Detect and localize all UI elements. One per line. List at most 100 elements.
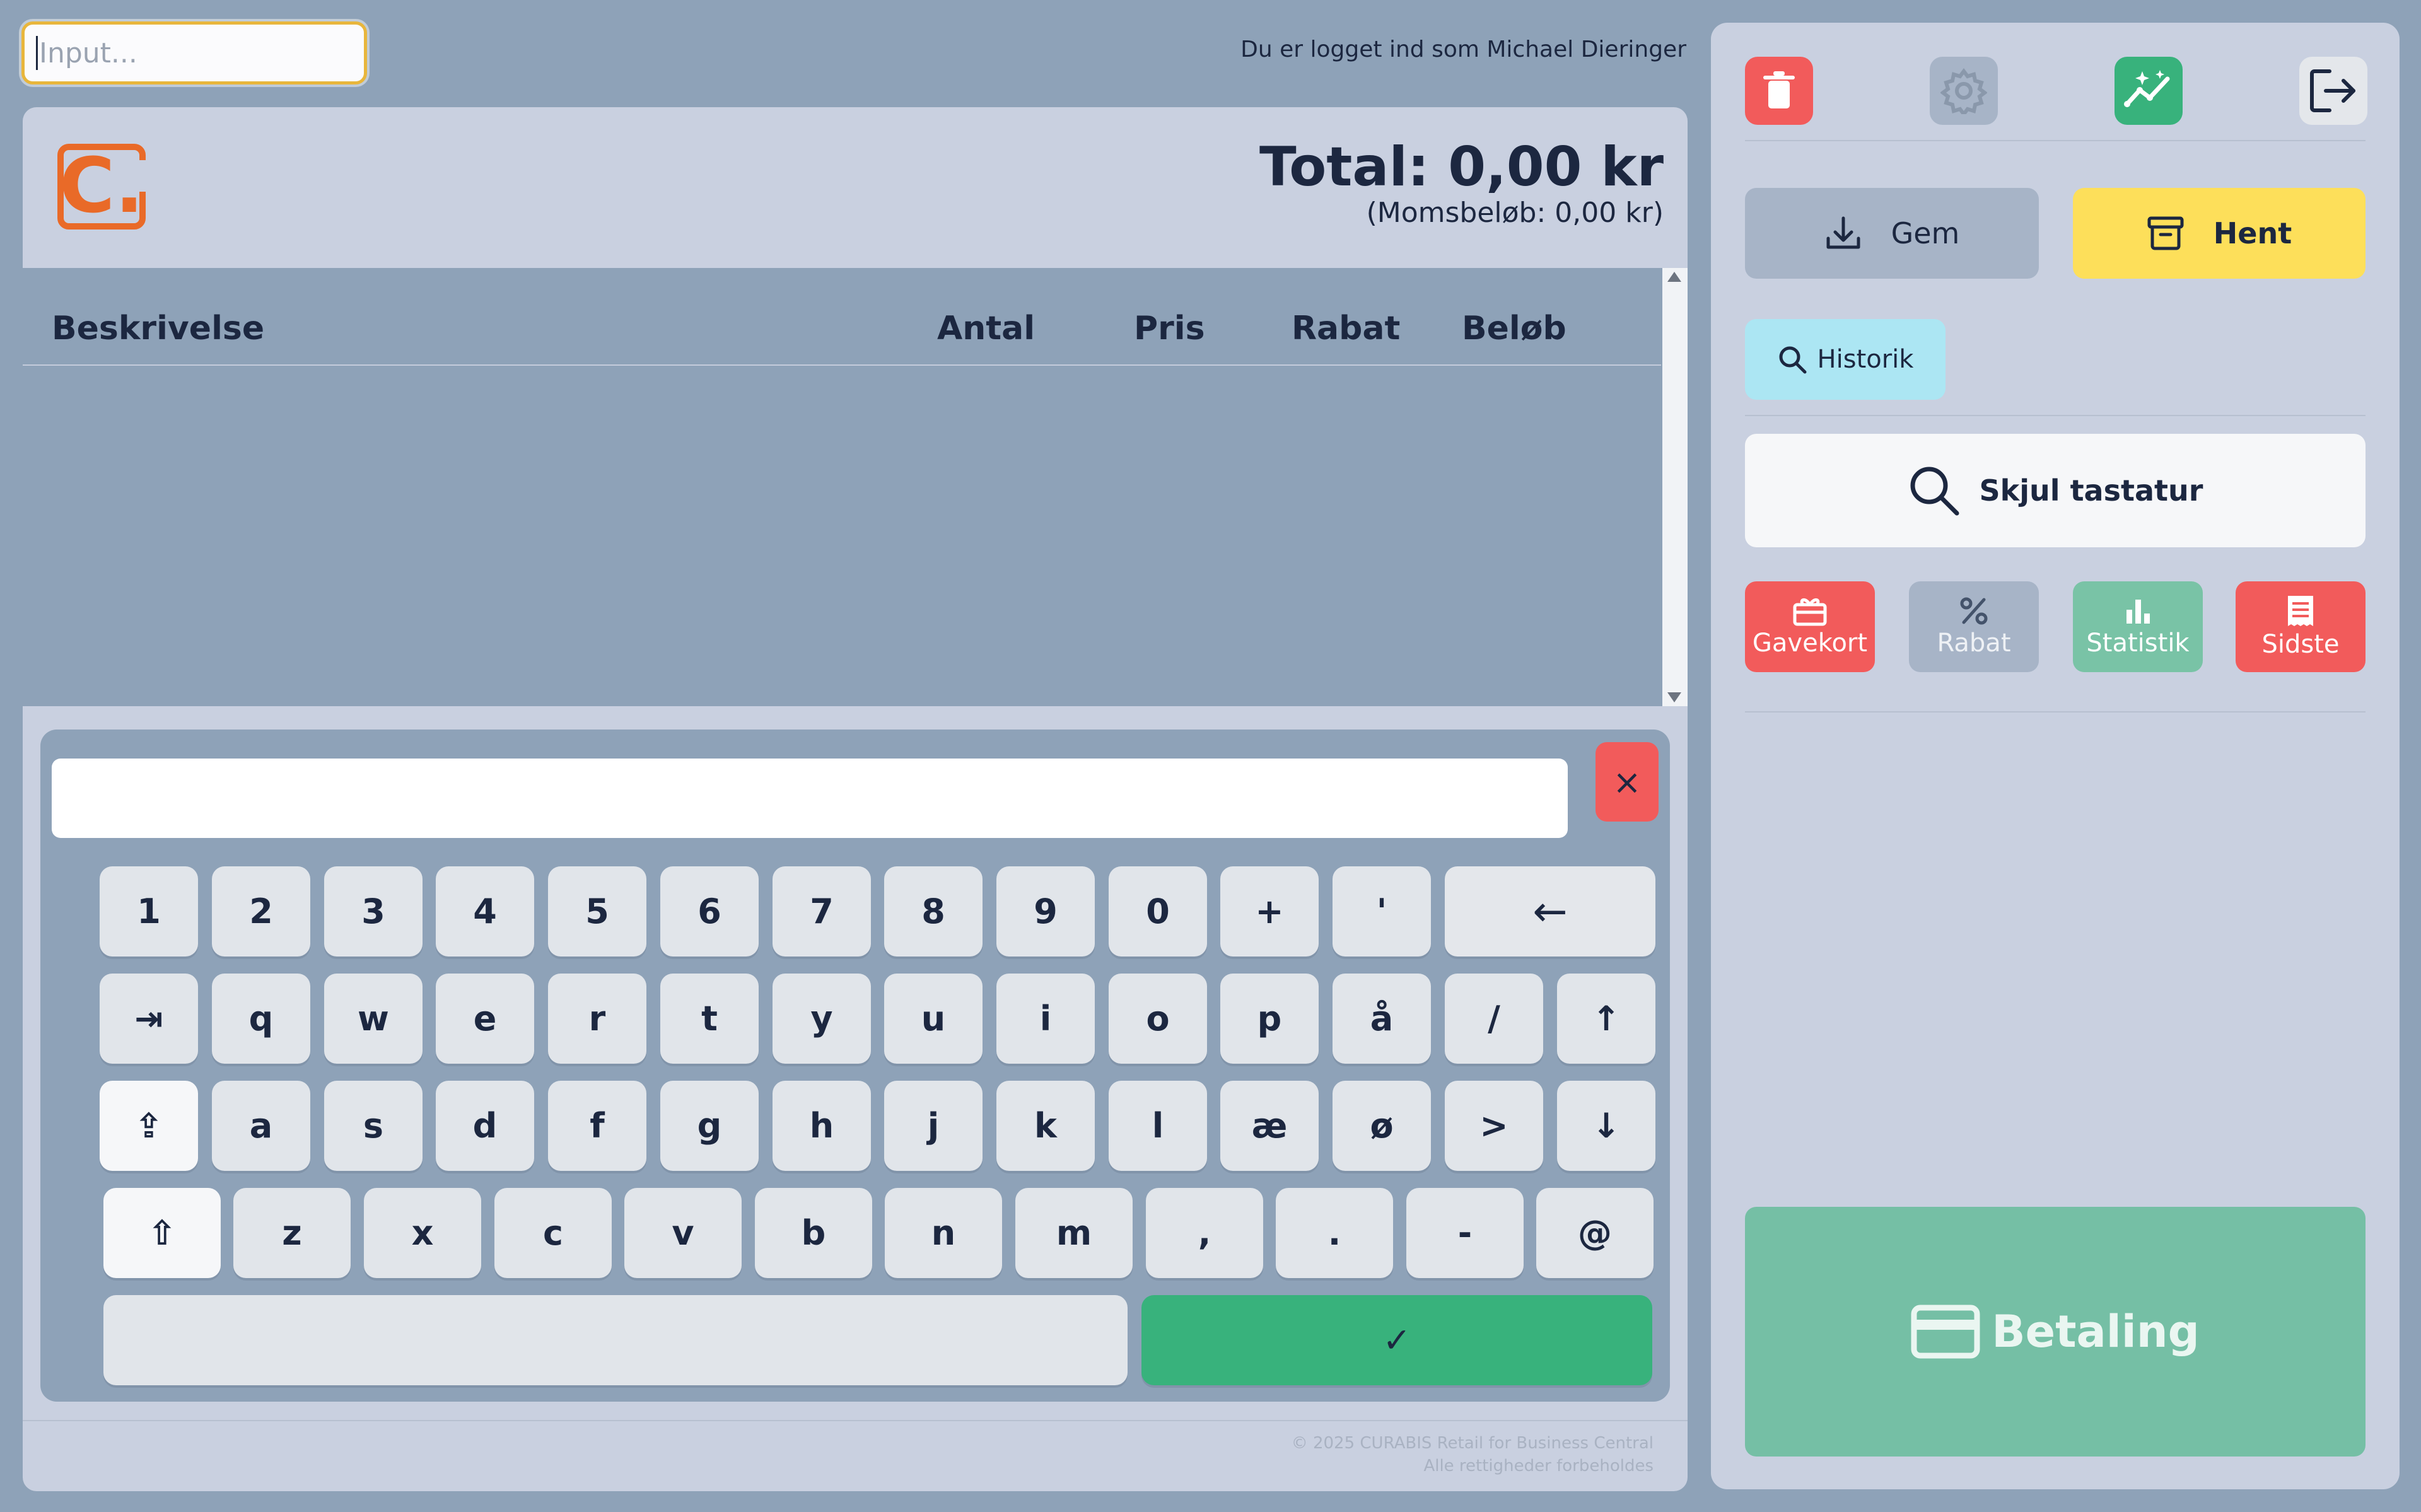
close-icon: × [1613, 762, 1642, 802]
sale-lines-table[interactable]: Beskrivelse Antal Pris Rabat Beløb [23, 268, 1688, 706]
key-o[interactable]: o [1109, 974, 1207, 1064]
column-header-price: Pris [1134, 310, 1205, 347]
key-arrow-down[interactable]: ↓ [1557, 1081, 1655, 1171]
history-button-label: Historik [1817, 345, 1914, 374]
keyboard-close-button[interactable]: × [1596, 742, 1659, 822]
key-greater-than[interactable]: > [1445, 1081, 1543, 1171]
key-comma[interactable]: , [1146, 1188, 1263, 1278]
key-z[interactable]: z [233, 1188, 351, 1278]
curabis-logo: C. [57, 144, 147, 230]
fetch-button[interactable]: Hent [2073, 188, 2366, 279]
column-header-quantity: Antal [937, 310, 1035, 347]
key-5[interactable]: 5 [548, 866, 646, 957]
key-k[interactable]: k [996, 1081, 1095, 1171]
footer-divider [23, 1420, 1688, 1421]
checkmark-icon: ✓ [1382, 1320, 1411, 1360]
key-aa[interactable]: å [1333, 974, 1431, 1064]
key-a[interactable]: a [212, 1081, 310, 1171]
key-u[interactable]: u [884, 974, 983, 1064]
key-x[interactable]: x [364, 1188, 481, 1278]
delete-sale-button[interactable] [1745, 57, 1813, 125]
save-button[interactable]: Gem [1745, 188, 2039, 279]
copyright-text: © 2025 CURABIS Retail for Business Centr… [1291, 1434, 1654, 1453]
key-apostrophe[interactable]: ' [1333, 866, 1431, 957]
column-header-discount: Rabat [1292, 310, 1401, 347]
key-3[interactable]: 3 [324, 866, 423, 957]
key-backspace[interactable]: ← [1445, 866, 1655, 957]
save-button-label: Gem [1891, 216, 1960, 250]
on-screen-keyboard: × 1 2 3 4 5 6 7 8 9 0 + ' ← ⇥ q w e r t … [40, 730, 1670, 1402]
key-slash[interactable]: / [1445, 974, 1543, 1064]
key-d[interactable]: d [436, 1081, 534, 1171]
key-v[interactable]: v [624, 1188, 742, 1278]
key-f[interactable]: f [548, 1081, 646, 1171]
key-hyphen[interactable]: - [1406, 1188, 1524, 1278]
key-0[interactable]: 0 [1109, 866, 1207, 957]
key-l[interactable]: l [1109, 1081, 1207, 1171]
payment-button[interactable]: Betaling [1745, 1207, 2366, 1457]
analytics-icon [2124, 70, 2170, 107]
key-6[interactable]: 6 [660, 866, 759, 957]
key-n[interactable]: n [885, 1188, 1002, 1278]
key-t[interactable]: t [660, 974, 759, 1064]
search-icon [1910, 467, 1959, 516]
statistics-label: Statistik [2086, 629, 2190, 658]
rights-text: Alle rettigheder forbeholdes [1423, 1457, 1654, 1475]
key-2[interactable]: 2 [212, 866, 310, 957]
scroll-down-icon[interactable] [1667, 692, 1681, 702]
key-8[interactable]: 8 [884, 866, 983, 957]
trash-icon [1763, 71, 1795, 108]
fetch-button-label: Hent [2213, 216, 2292, 250]
key-at[interactable]: @ [1536, 1188, 1654, 1278]
key-q[interactable]: q [212, 974, 310, 1064]
key-plus[interactable]: + [1220, 866, 1319, 957]
sale-panel: C. Total: 0,00 kr (Momsbeløb: 0,00 kr) B… [23, 107, 1688, 1491]
keyboard-input-field[interactable] [52, 759, 1568, 838]
statistics-button[interactable]: Statistik [2073, 581, 2203, 672]
key-m[interactable]: m [1015, 1188, 1133, 1278]
key-caps-lock[interactable]: ⇪ [100, 1081, 198, 1171]
key-w[interactable]: w [324, 974, 423, 1064]
analytics-button[interactable] [2115, 57, 2183, 125]
logout-button[interactable] [2299, 57, 2367, 125]
key-7[interactable]: 7 [773, 866, 871, 957]
hide-keyboard-button[interactable]: Skjul tastatur [1745, 434, 2366, 547]
key-period[interactable]: . [1276, 1188, 1393, 1278]
key-e[interactable]: e [436, 974, 534, 1064]
key-4[interactable]: 4 [436, 866, 534, 957]
key-c[interactable]: c [494, 1188, 612, 1278]
key-p[interactable]: p [1220, 974, 1319, 1064]
key-9[interactable]: 9 [996, 866, 1095, 957]
scroll-up-icon[interactable] [1667, 272, 1681, 282]
key-g[interactable]: g [660, 1081, 759, 1171]
key-tab[interactable]: ⇥ [100, 974, 198, 1064]
table-scrollbar[interactable] [1662, 268, 1688, 706]
gift-card-button[interactable]: Gavekort [1745, 581, 1875, 672]
divider-2 [1745, 415, 2366, 416]
key-h[interactable]: h [773, 1081, 871, 1171]
key-shift[interactable]: ⇧ [103, 1188, 221, 1278]
gift-card-label: Gavekort [1752, 629, 1868, 658]
receipt-icon [2288, 596, 2313, 626]
key-arrow-up[interactable]: ↑ [1557, 974, 1655, 1064]
key-j[interactable]: j [884, 1081, 983, 1171]
key-b[interactable]: b [755, 1188, 872, 1278]
key-enter[interactable]: ✓ [1141, 1295, 1652, 1385]
payment-button-label: Betaling [1992, 1306, 2200, 1358]
history-button[interactable]: Historik [1745, 319, 1946, 400]
last-receipt-button[interactable]: Sidste [2236, 581, 2366, 672]
search-input[interactable] [38, 37, 364, 69]
total-amount: Total: 0,00 kr [1259, 136, 1664, 199]
key-1[interactable]: 1 [100, 866, 198, 957]
key-ae[interactable]: æ [1220, 1081, 1319, 1171]
settings-button[interactable] [1930, 57, 1998, 125]
discount-button[interactable]: Rabat [1909, 581, 2039, 672]
key-r[interactable]: r [548, 974, 646, 1064]
key-space[interactable] [103, 1295, 1128, 1385]
column-header-description: Beskrivelse [52, 310, 265, 347]
key-y[interactable]: y [773, 974, 871, 1064]
key-s[interactable]: s [324, 1081, 423, 1171]
key-oe[interactable]: ø [1333, 1081, 1431, 1171]
key-i[interactable]: i [996, 974, 1095, 1064]
search-input-wrapper[interactable] [21, 21, 367, 84]
